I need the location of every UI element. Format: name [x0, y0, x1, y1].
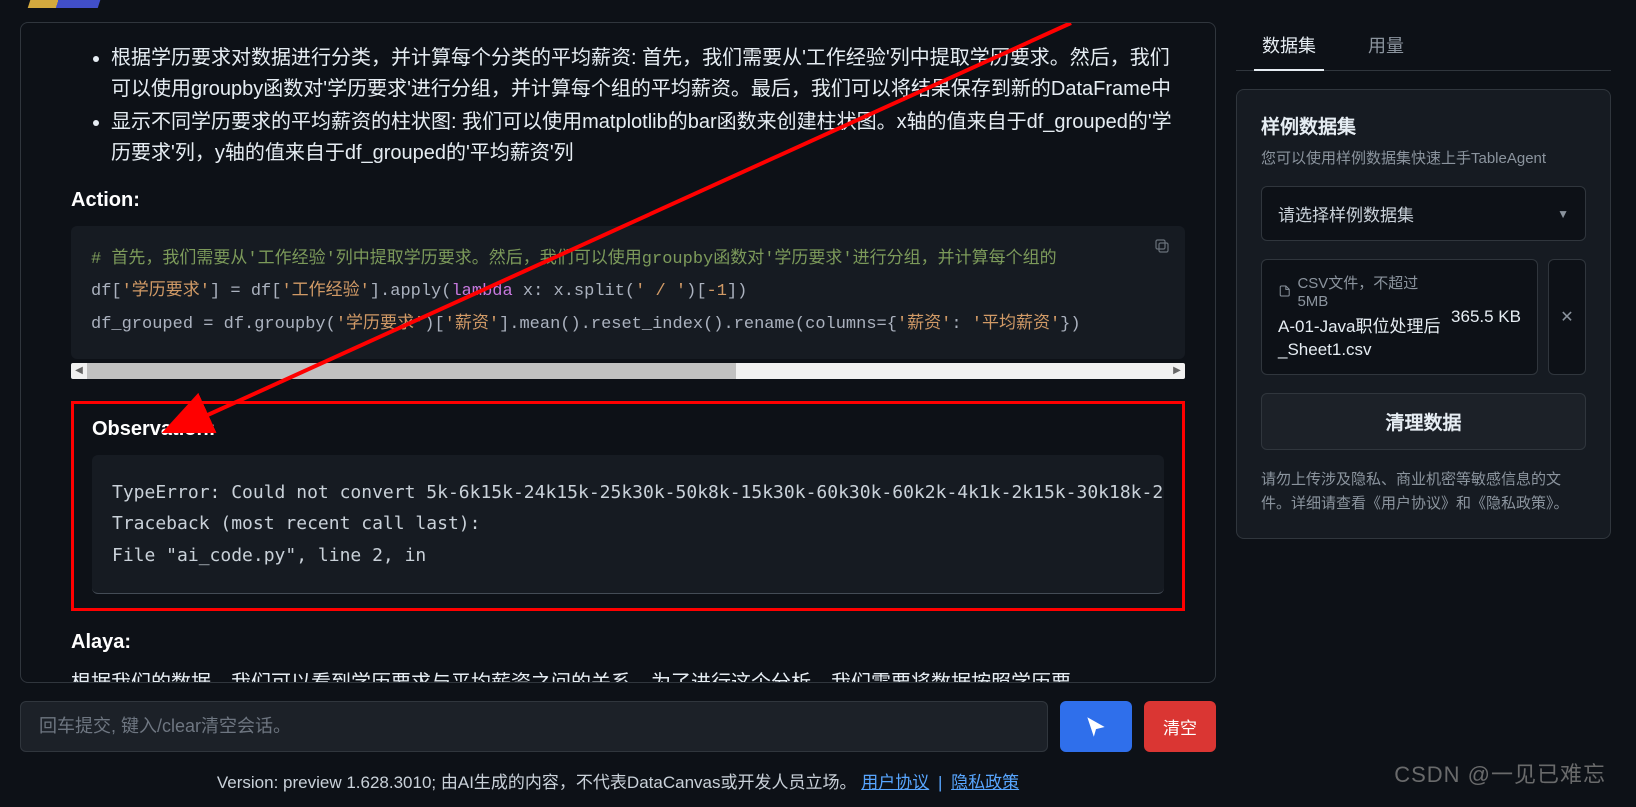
code-line-3: df_grouped = df.groupby('学历要求')['薪资'].me… [91, 309, 1165, 341]
action-code-block: # 首先，我们需要从'工作经验'列中提取学历要求。然后，我们可以使用groupb… [71, 226, 1185, 359]
dataset-panel: 样例数据集 您可以使用样例数据集快速上手TableAgent 请选择样例数据集 … [1236, 89, 1611, 539]
separator: | [938, 773, 942, 792]
observation-heading: Observation: [92, 418, 1164, 441]
tab-dataset[interactable]: 数据集 [1236, 20, 1342, 70]
cursor-icon [1083, 714, 1109, 740]
sidebar: 数据集 用量 样例数据集 您可以使用样例数据集快速上手TableAgent 请选… [1236, 0, 1636, 807]
tab-usage[interactable]: 用量 [1342, 20, 1430, 70]
user-agreement-link[interactable]: 用户协议 [861, 773, 929, 792]
observation-content: TypeError: Could not convert 5k-6k15k-24… [92, 455, 1164, 595]
privacy-link[interactable]: 隐私政策 [951, 773, 1019, 792]
sidebar-tabs: 数据集 用量 [1236, 20, 1611, 71]
copy-icon[interactable] [1153, 236, 1171, 254]
file-size: 365.5 KB [1451, 307, 1521, 327]
close-icon: ✕ [1560, 307, 1573, 327]
file-hint: CSV文件，不超过5MB [1278, 272, 1443, 310]
sample-dataset-subtitle: 您可以使用样例数据集快速上手TableAgent [1261, 147, 1586, 168]
sample-dataset-select[interactable]: 请选择样例数据集 ▼ [1261, 186, 1586, 241]
scroll-right-icon[interactable]: ▶ [1169, 363, 1185, 379]
send-button[interactable] [1060, 701, 1132, 752]
remove-file-button[interactable]: ✕ [1548, 259, 1586, 375]
conversation-scroll[interactable]: 根据学历要求对数据进行分类，并计算每个分类的平均薪资: 首先，我们需要从'工作经… [21, 23, 1215, 682]
code-comment: # 首先，我们需要从'工作经验'列中提取学历要求。然后，我们可以使用groupb… [91, 250, 1057, 269]
observation-highlight-box: Observation: TypeError: Could not conver… [71, 401, 1185, 612]
upload-disclaimer: 请勿上传涉及隐私、商业机密等敏感信息的文件。详细请查看《用户协议》和《隐私政策》… [1261, 468, 1586, 516]
chevron-down-icon: ▼ [1557, 207, 1569, 221]
watermark: CSDN @一见已难忘 [1394, 757, 1606, 789]
code-h-scrollbar[interactable]: ◀ ▶ [71, 363, 1185, 379]
file-icon [1278, 284, 1291, 298]
thought-bullets: 根据学历要求对数据进行分类，并计算每个分类的平均薪资: 首先，我们需要从'工作经… [71, 43, 1185, 169]
action-heading: Action: [71, 189, 1185, 212]
bullet-item: 显示不同学历要求的平均薪资的柱状图: 我们可以使用matplotlib的bar函… [111, 107, 1185, 169]
conversation-panel: 根据学历要求对数据进行分类，并计算每个分类的平均薪资: 首先，我们需要从'工作经… [20, 22, 1216, 683]
sample-dataset-title: 样例数据集 [1261, 112, 1586, 139]
uploaded-file-card[interactable]: CSV文件，不超过5MB A-01-Java职位处理后_Sheet1.csv 3… [1261, 259, 1538, 375]
select-placeholder: 请选择样例数据集 [1278, 201, 1414, 226]
file-name: A-01-Java职位处理后_Sheet1.csv [1278, 316, 1443, 362]
footer: Version: preview 1.628.3010; 由AI生成的内容，不代… [20, 764, 1216, 807]
version-text: Version: preview 1.628.3010; 由AI生成的内容，不代… [217, 773, 857, 792]
bullet-item: 根据学历要求对数据进行分类，并计算每个分类的平均薪资: 首先，我们需要从'工作经… [111, 43, 1185, 105]
alaya-text: 根据我们的数据，我们可以看到学历要求与平均薪资之间的关系。为了进行这个分析，我们… [71, 668, 1185, 682]
clean-data-button[interactable]: 清理数据 [1261, 393, 1586, 450]
code-line-2: df['学历要求'] = df['工作经验'].apply(lambda x: … [91, 276, 1165, 308]
alaya-heading: Alaya: [71, 631, 1185, 654]
scroll-left-icon[interactable]: ◀ [71, 363, 87, 379]
clear-button[interactable]: 清空 [1144, 701, 1216, 752]
chat-input[interactable] [20, 701, 1048, 752]
